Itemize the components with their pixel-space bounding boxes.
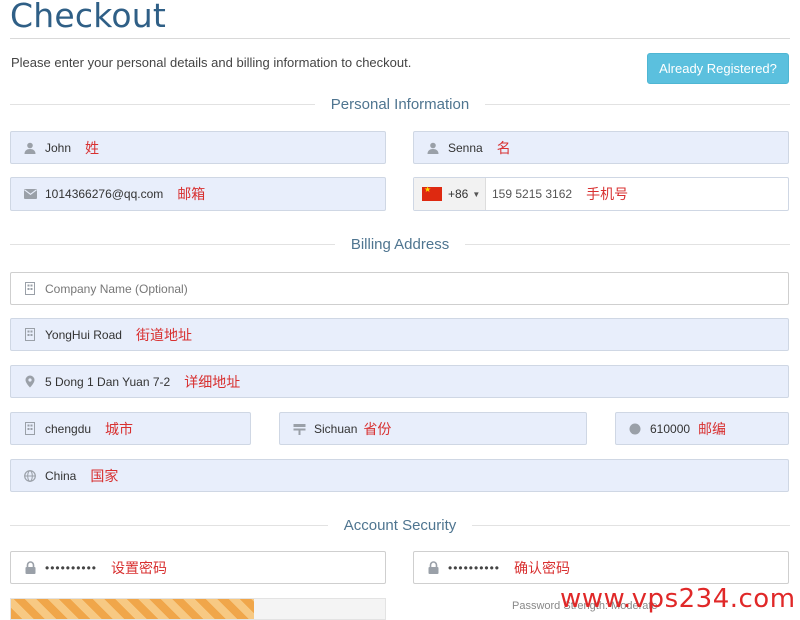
first-name-value: John (45, 140, 72, 155)
envelope-icon (23, 187, 37, 201)
country-code-dropdown[interactable]: +86 ▼ (414, 178, 486, 210)
caret-down-icon: ▼ (472, 189, 481, 199)
user-icon (23, 141, 37, 155)
building-icon (23, 422, 37, 436)
state-annotation: 省份 (363, 421, 392, 438)
country-value: China (45, 468, 77, 483)
last-name-field[interactable]: Senna 名 (413, 131, 789, 164)
postcode-value: 610000 (650, 421, 691, 436)
phone-annotation: 手机号 (586, 187, 629, 203)
confirm-password-field[interactable]: •••••••••• 确认密码 (413, 551, 789, 584)
lock-icon (426, 561, 440, 575)
state-value: Sichuan (314, 421, 358, 436)
section-title: Account Security (343, 516, 457, 534)
email-annotation: 邮箱 (177, 187, 206, 203)
user-icon (426, 141, 440, 155)
title-divider (10, 38, 790, 39)
country-code-value: +86 (448, 187, 469, 201)
section-account-security: Account Security (10, 515, 790, 535)
company-name-placeholder: Company Name (Optional) (45, 281, 188, 296)
building-icon (23, 328, 37, 342)
password-strength-bar (10, 598, 386, 620)
state-field[interactable]: Sichuan 省份 (279, 412, 587, 445)
email-value: 1014366276@qq.com (45, 187, 164, 201)
password-value: •••••••••• (45, 560, 98, 575)
phone-value: 159 5215 3162 (492, 187, 573, 201)
china-flag-icon (422, 185, 442, 201)
section-title: Personal Information (330, 95, 470, 113)
postcode-annotation: 邮编 (698, 421, 727, 438)
page-title: Checkout (10, 0, 166, 35)
intro-text: Please enter your personal details and b… (11, 55, 412, 70)
password-field[interactable]: •••••••••• 设置密码 (10, 551, 386, 584)
address2-field[interactable]: 5 Dong 1 Dan Yuan 7-2 详细地址 (10, 365, 789, 398)
address1-value: YongHui Road (45, 327, 122, 342)
signpost-icon (292, 422, 306, 436)
watermark-text: www.vps234.com (560, 584, 796, 614)
password-annotation: 设置密码 (111, 560, 168, 577)
email-field[interactable]: 1014366276@qq.com 邮箱 (10, 177, 386, 211)
already-registered-button[interactable]: Already Registered? (647, 53, 789, 84)
postcode-field[interactable]: 610000 邮编 (615, 412, 789, 445)
lock-icon (23, 561, 37, 575)
city-value: chengdu (45, 421, 92, 436)
company-name-field[interactable]: Company Name (Optional) (10, 272, 789, 305)
first-name-annotation: 姓 (85, 140, 100, 157)
city-field[interactable]: chengdu 城市 (10, 412, 251, 445)
circle-icon (628, 422, 642, 436)
last-name-annotation: 名 (496, 140, 511, 157)
confirm-password-value: •••••••••• (448, 560, 501, 575)
map-marker-icon (23, 375, 37, 389)
building-icon (23, 282, 37, 296)
confirm-password-annotation: 确认密码 (514, 560, 571, 577)
city-annotation: 城市 (105, 421, 134, 438)
country-annotation: 国家 (90, 468, 119, 485)
country-field[interactable]: China 国家 (10, 459, 789, 492)
first-name-field[interactable]: John 姓 (10, 131, 386, 164)
phone-field[interactable]: +86 ▼ 159 5215 3162 手机号 (413, 177, 789, 211)
globe-icon (23, 469, 37, 483)
last-name-value: Senna (448, 140, 483, 155)
section-personal-information: Personal Information (10, 94, 790, 114)
password-strength-fill (11, 599, 255, 619)
address2-annotation: 详细地址 (184, 374, 241, 391)
address2-value: 5 Dong 1 Dan Yuan 7-2 (45, 374, 171, 389)
address1-field[interactable]: YongHui Road 街道地址 (10, 318, 789, 351)
section-title: Billing Address (350, 235, 450, 253)
section-billing-address: Billing Address (10, 234, 791, 254)
address1-annotation: 街道地址 (135, 327, 192, 344)
